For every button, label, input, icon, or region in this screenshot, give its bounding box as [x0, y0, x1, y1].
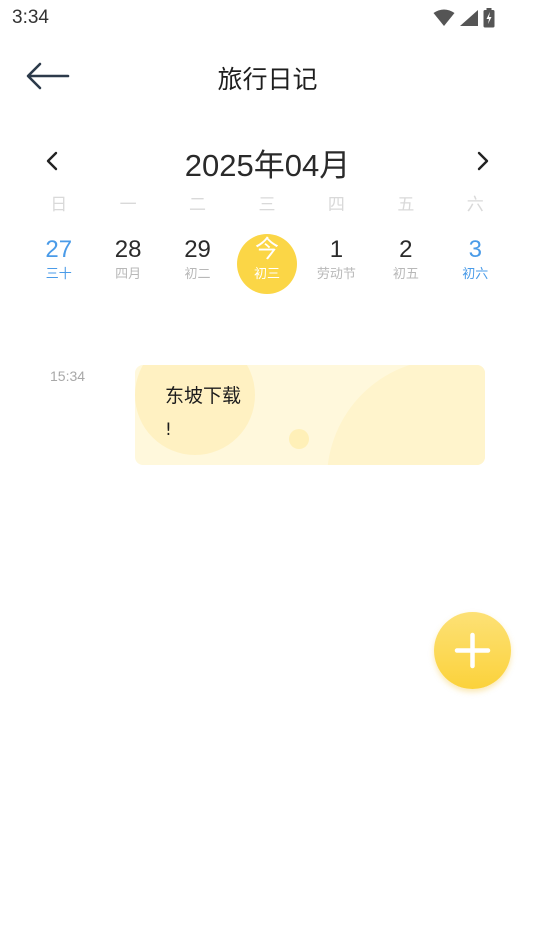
lunar-date: 初六	[462, 267, 489, 282]
day-cell[interactable]: 29 初二	[163, 232, 232, 294]
status-icons	[433, 7, 495, 29]
entry-body: !	[165, 420, 172, 440]
status-time: 3:34	[12, 7, 49, 28]
week-days-row: 27 三十 28 四月 29 初二 今 初三 1 劳动节 2 初五 3 初六	[24, 232, 510, 294]
weekday-label: 一	[119, 195, 137, 215]
card-decoration	[289, 429, 309, 449]
weekday-label: 五	[397, 195, 415, 215]
day-number: 今	[254, 236, 279, 263]
card-decoration	[135, 365, 255, 455]
day-cell[interactable]: 2 初五	[371, 232, 440, 294]
lunar-date: 初五	[392, 267, 419, 282]
day-number: 27	[45, 236, 73, 263]
lunar-date: 初三	[253, 267, 280, 282]
add-entry-button[interactable]	[434, 612, 511, 689]
day-number: 2	[399, 236, 413, 263]
header: 旅行日记	[0, 48, 535, 106]
day-number: 1	[329, 236, 344, 263]
weekday-label: 日	[50, 195, 68, 215]
entry-time: 15:34	[50, 368, 86, 384]
battery-charging-icon	[483, 8, 495, 28]
lunar-date: 四月	[115, 267, 142, 282]
entry-title: 东坡下载	[165, 385, 242, 407]
next-month-button[interactable]	[467, 146, 497, 176]
day-cell[interactable]: 27 三十	[24, 232, 93, 294]
signal-icon	[460, 10, 478, 26]
diary-entry-card[interactable]: 东坡下载 !	[135, 365, 485, 465]
weekday-label: 四	[327, 195, 345, 215]
status-bar: 3:34	[0, 0, 535, 36]
page-title: 旅行日记	[217, 65, 318, 94]
lunar-date: 三十	[45, 267, 72, 282]
lunar-date: 劳动节	[316, 267, 356, 282]
chevron-right-icon	[477, 151, 489, 171]
card-decoration	[327, 365, 485, 465]
day-number: 29	[184, 236, 211, 263]
month-nav: 2025年04月	[0, 138, 535, 184]
lunar-date: 初二	[184, 267, 211, 282]
day-number: 3	[468, 236, 482, 263]
day-cell[interactable]: 28 四月	[93, 232, 162, 294]
weekday-row: 日 一 二 三 四 五 六	[24, 190, 510, 215]
day-cell[interactable]: 1 劳动节	[302, 232, 371, 294]
day-cell[interactable]: 3 初六	[441, 232, 510, 294]
wifi-icon	[433, 9, 455, 26]
day-cell-today[interactable]: 今 初三	[232, 232, 301, 294]
day-number: 28	[114, 236, 142, 263]
month-label: 2025年04月	[184, 148, 351, 183]
plus-icon	[454, 632, 491, 669]
weekday-label: 三	[258, 195, 276, 215]
weekday-label: 二	[189, 195, 207, 215]
weekday-label: 六	[466, 195, 484, 215]
